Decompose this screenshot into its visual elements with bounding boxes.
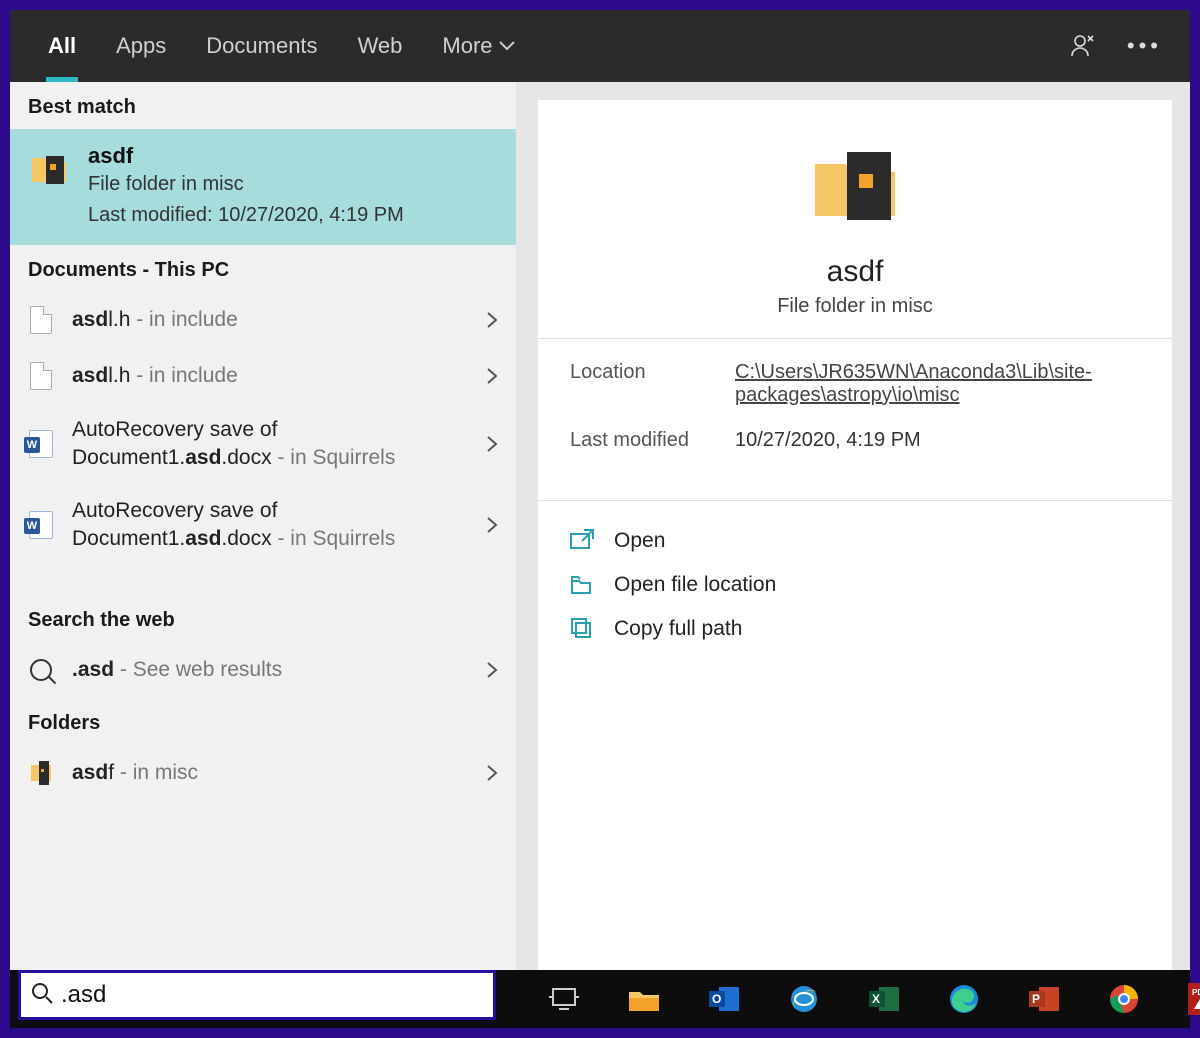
pdf-icon[interactable]: PDF — [1186, 981, 1200, 1017]
best-match-heading: Best match — [10, 82, 516, 129]
chevron-right-icon — [486, 516, 498, 534]
more-options-icon[interactable]: ••• — [1127, 33, 1162, 59]
document-result[interactable]: AutoRecovery save ofDocument1.asd.docx -… — [10, 485, 516, 566]
chevron-right-icon — [486, 661, 498, 679]
search-web-heading: Search the web — [10, 595, 516, 642]
file-icon — [28, 360, 54, 392]
tab-all[interactable]: All — [28, 10, 96, 82]
excel-icon[interactable]: X — [866, 981, 902, 1017]
results-panel: Best match asdf File folder in misc Last… — [10, 82, 516, 970]
location-label: Location — [570, 361, 735, 407]
search-tabs: All Apps Documents Web More ••• — [10, 10, 1190, 82]
folder-result[interactable]: asdf - in misc — [10, 745, 516, 801]
folder-icon-large — [807, 136, 903, 237]
tab-apps[interactable]: Apps — [96, 10, 186, 82]
action-open[interactable]: Open — [570, 519, 1140, 563]
action-open-location[interactable]: Open file location — [570, 563, 1140, 607]
documents-heading: Documents - This PC — [10, 245, 516, 292]
document-result[interactable]: asdl.h - in include — [10, 292, 516, 348]
document-result[interactable]: AutoRecovery save ofDocument1.asd.docx -… — [10, 404, 516, 485]
outlook-icon[interactable]: O — [706, 981, 742, 1017]
chevron-right-icon — [486, 764, 498, 782]
web-result[interactable]: .asd - See web results — [10, 642, 516, 698]
search-icon — [28, 654, 54, 686]
chrome-icon[interactable] — [1106, 981, 1142, 1017]
best-match-title: asdf — [88, 143, 404, 169]
open-icon — [570, 529, 594, 553]
chevron-right-icon — [486, 367, 498, 385]
powerpoint-icon[interactable]: P — [1026, 981, 1062, 1017]
tab-documents[interactable]: Documents — [186, 10, 337, 82]
chevron-right-icon — [486, 435, 498, 453]
modified-label: Last modified — [570, 429, 735, 452]
document-result[interactable]: asdl.h - in include — [10, 348, 516, 404]
modified-value: 10/27/2020, 4:19 PM — [735, 429, 1140, 452]
search-box[interactable] — [18, 970, 496, 1020]
chevron-down-icon — [499, 41, 515, 51]
feedback-icon[interactable] — [1069, 32, 1097, 60]
action-copy-path[interactable]: Copy full path — [570, 607, 1140, 651]
chevron-right-icon — [486, 311, 498, 329]
preview-name: asdf — [558, 255, 1152, 289]
svg-text:P: P — [1032, 992, 1040, 1006]
file-explorer-icon[interactable] — [626, 981, 662, 1017]
location-link[interactable]: C:\Users\JR635WN\Anaconda3\Lib\site-pack… — [735, 361, 1140, 407]
folder-open-icon — [570, 573, 594, 597]
svg-text:O: O — [712, 992, 721, 1006]
folder-icon — [28, 757, 54, 789]
word-icon — [28, 428, 54, 460]
edge-icon[interactable] — [946, 981, 982, 1017]
word-icon — [28, 509, 54, 541]
best-match-sub: File folder in misc — [88, 173, 404, 196]
search-input[interactable] — [61, 981, 483, 1009]
ie-icon[interactable] — [786, 981, 822, 1017]
tab-more[interactable]: More — [422, 10, 534, 82]
copy-icon — [570, 617, 594, 641]
tab-web[interactable]: Web — [338, 10, 423, 82]
svg-text:X: X — [872, 992, 880, 1006]
file-icon — [28, 304, 54, 336]
preview-panel: asdf File folder in misc Location C:\Use… — [516, 82, 1190, 970]
best-match-item[interactable]: asdf File folder in misc Last modified: … — [10, 129, 516, 245]
best-match-modified: Last modified: 10/27/2020, 4:19 PM — [88, 204, 404, 227]
svg-text:PDF: PDF — [1192, 988, 1200, 997]
search-icon — [31, 982, 53, 1009]
folders-heading: Folders — [10, 698, 516, 745]
task-view-icon[interactable] — [546, 981, 582, 1017]
folder-icon — [28, 146, 70, 188]
preview-sub: File folder in misc — [558, 295, 1152, 318]
